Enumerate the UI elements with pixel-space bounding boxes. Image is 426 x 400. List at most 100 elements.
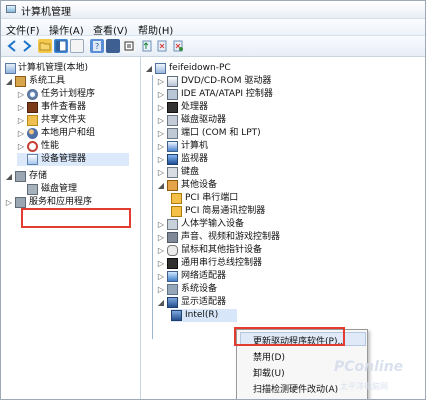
shared-folders-item[interactable]: ▷ 共享文件夹: [17, 114, 132, 127]
pci-simple-communications-row[interactable]: PCI 简易通讯控制器: [171, 205, 371, 218]
device-category-row[interactable]: ▷ 处理器: [157, 101, 377, 114]
processor-icon: [167, 102, 178, 113]
collapse-arrow-icon[interactable]: ▷: [17, 114, 25, 127]
collapse-arrow-icon[interactable]: ▷: [157, 140, 165, 153]
tree-root-item[interactable]: 计算机管理(本地): [5, 62, 135, 75]
collapse-arrow-icon[interactable]: ▷: [157, 75, 165, 88]
collapse-arrow-icon[interactable]: ▷: [157, 270, 165, 283]
performance-icon: [27, 141, 38, 152]
event-viewer-item[interactable]: ▷ 事件查看器: [17, 101, 132, 114]
device-category-row[interactable]: ▷ DVD/CD-ROM 驱动器: [157, 75, 377, 88]
disable-device-icon[interactable]: [155, 39, 169, 53]
display-adapter-device-icon: [171, 310, 182, 321]
console-tree-icon[interactable]: [106, 39, 120, 53]
collapse-arrow-icon[interactable]: ▷: [157, 114, 165, 127]
intel-display-device-row[interactable]: Intel(R): [171, 309, 237, 322]
scan-hardware-menu-item[interactable]: 扫描检测硬件改动(A): [253, 382, 338, 395]
device-category-row[interactable]: ◢ 其他设备: [157, 179, 377, 192]
device-category-row[interactable]: ▷ 网络适配器: [157, 270, 377, 283]
device-category-row[interactable]: ▷ 监视器: [157, 153, 377, 166]
show-hide-console-icon[interactable]: [54, 39, 68, 53]
performance-item[interactable]: ▷ 性能: [17, 140, 132, 153]
local-users-groups-label: 本地用户和组: [41, 128, 96, 138]
collapse-arrow-icon[interactable]: ▷: [157, 88, 165, 101]
device-category-row[interactable]: ▷ 鼠标和其他指针设备: [157, 244, 377, 257]
device-category-row[interactable]: ◢ 显示适配器: [157, 296, 377, 309]
computer-name-item[interactable]: ◢ feifeidown-PC: [145, 62, 365, 75]
disable-menu-item[interactable]: 禁用(D): [253, 350, 285, 363]
collapse-arrow-icon[interactable]: ▷: [17, 127, 25, 140]
storage-icon: [15, 171, 26, 182]
collapse-arrow-icon[interactable]: ▷: [157, 244, 165, 257]
collapse-arrow-icon[interactable]: ▷: [17, 101, 25, 114]
ide-controller-icon: [167, 89, 178, 100]
task-scheduler-item[interactable]: ▷ 任务计划程序: [17, 88, 132, 101]
dvd-cd-rom-label: DVD/CD-ROM 驱动器: [181, 76, 272, 86]
shared-folders-label: 共享文件夹: [41, 115, 87, 125]
expand-arrow-icon[interactable]: ◢: [145, 62, 153, 75]
collapse-arrow-icon[interactable]: ▷: [17, 140, 25, 153]
menu-view[interactable]: 查看(V): [93, 22, 128, 37]
collapse-arrow-icon[interactable]: ▷: [5, 196, 13, 209]
collapse-arrow-icon[interactable]: ▷: [17, 88, 25, 101]
back-arrow-icon[interactable]: [5, 39, 19, 53]
keyboard-icon: [167, 167, 178, 178]
uninstall-menu-item[interactable]: 卸载(U): [253, 366, 285, 379]
system-devices-label: 系统设备: [181, 284, 218, 294]
system-tools-item[interactable]: ◢ 系统工具: [5, 75, 135, 88]
disk-management-item[interactable]: 磁盘管理: [17, 183, 132, 196]
collapse-arrow-icon[interactable]: ▷: [157, 283, 165, 296]
storage-item[interactable]: ◢ 存储: [5, 170, 135, 183]
scan-hardware-icon[interactable]: [122, 39, 136, 53]
collapse-arrow-icon[interactable]: ▷: [157, 153, 165, 166]
local-users-groups-item[interactable]: ▷ 本地用户和组: [17, 127, 132, 140]
clock-icon: [27, 89, 38, 100]
collapse-arrow-icon[interactable]: ▷: [157, 231, 165, 244]
device-manager-red-outline: [21, 208, 131, 228]
menu-file[interactable]: 文件(F): [6, 22, 40, 37]
menu-action[interactable]: 操作(A): [49, 22, 84, 37]
up-folder-icon[interactable]: [38, 39, 52, 53]
port-icon: [167, 128, 178, 139]
collapse-arrow-icon[interactable]: ▷: [157, 218, 165, 231]
device-category-row[interactable]: ▷ 磁盘驱动器: [157, 114, 377, 127]
services-applications-icon: [15, 197, 26, 208]
tree-connector-line: [152, 75, 153, 339]
mouse-icon: [167, 245, 178, 256]
expand-arrow-icon[interactable]: ◢: [157, 179, 165, 192]
collapse-arrow-icon[interactable]: ▷: [157, 257, 165, 270]
expand-arrow-icon[interactable]: ◢: [5, 170, 13, 183]
storage-label: 存储: [29, 171, 48, 181]
device-category-row[interactable]: ▷ 人体学输入设备: [157, 218, 377, 231]
help-icon[interactable]: ?: [90, 39, 104, 53]
menu-bar: 文件(F) 操作(A) 查看(V) 帮助(H): [1, 19, 425, 37]
menu-help[interactable]: 帮助(H): [138, 22, 173, 37]
device-category-row[interactable]: ▷ 键盘: [157, 166, 377, 179]
computer-category-label: 计算机: [181, 141, 209, 151]
device-category-row[interactable]: ▷ 端口 (COM 和 LPT): [157, 127, 377, 140]
forward-arrow-icon[interactable]: [20, 39, 34, 53]
other-devices-label: 其他设备: [181, 180, 218, 190]
system-tools-label: 系统工具: [29, 76, 66, 86]
collapse-arrow-icon[interactable]: ▷: [157, 127, 165, 140]
device-category-row[interactable]: ▷ 通用串行总线控制器: [157, 257, 377, 270]
collapse-arrow-icon[interactable]: ▷: [157, 166, 165, 179]
update-driver-icon[interactable]: [140, 39, 154, 53]
usb-label: 通用串行总线控制器: [181, 258, 263, 268]
device-category-row[interactable]: ▷ IDE ATA/ATAPI 控制器: [157, 88, 377, 101]
device-category-row[interactable]: ▷ 系统设备: [157, 283, 377, 296]
expand-arrow-icon[interactable]: ◢: [5, 75, 13, 88]
uninstall-device-icon[interactable]: [171, 39, 185, 53]
pci-serial-port-row[interactable]: PCI 串行端口: [171, 192, 371, 205]
collapse-arrow-icon[interactable]: ▷: [157, 101, 165, 114]
device-manager-item[interactable]: 设备管理器: [17, 153, 129, 166]
device-category-row[interactable]: ▷ 计算机: [157, 140, 377, 153]
properties-icon[interactable]: [70, 39, 84, 53]
title-bar: 计算机管理: [1, 1, 425, 19]
device-category-row[interactable]: ▷ 声音、视频和游戏控制器: [157, 231, 377, 244]
svg-text:?: ?: [95, 42, 99, 51]
expand-arrow-icon[interactable]: ◢: [157, 296, 165, 309]
display-adapter-label: 显示适配器: [181, 297, 227, 307]
other-devices-icon: [167, 180, 178, 191]
port-label: 端口 (COM 和 LPT): [181, 128, 261, 138]
